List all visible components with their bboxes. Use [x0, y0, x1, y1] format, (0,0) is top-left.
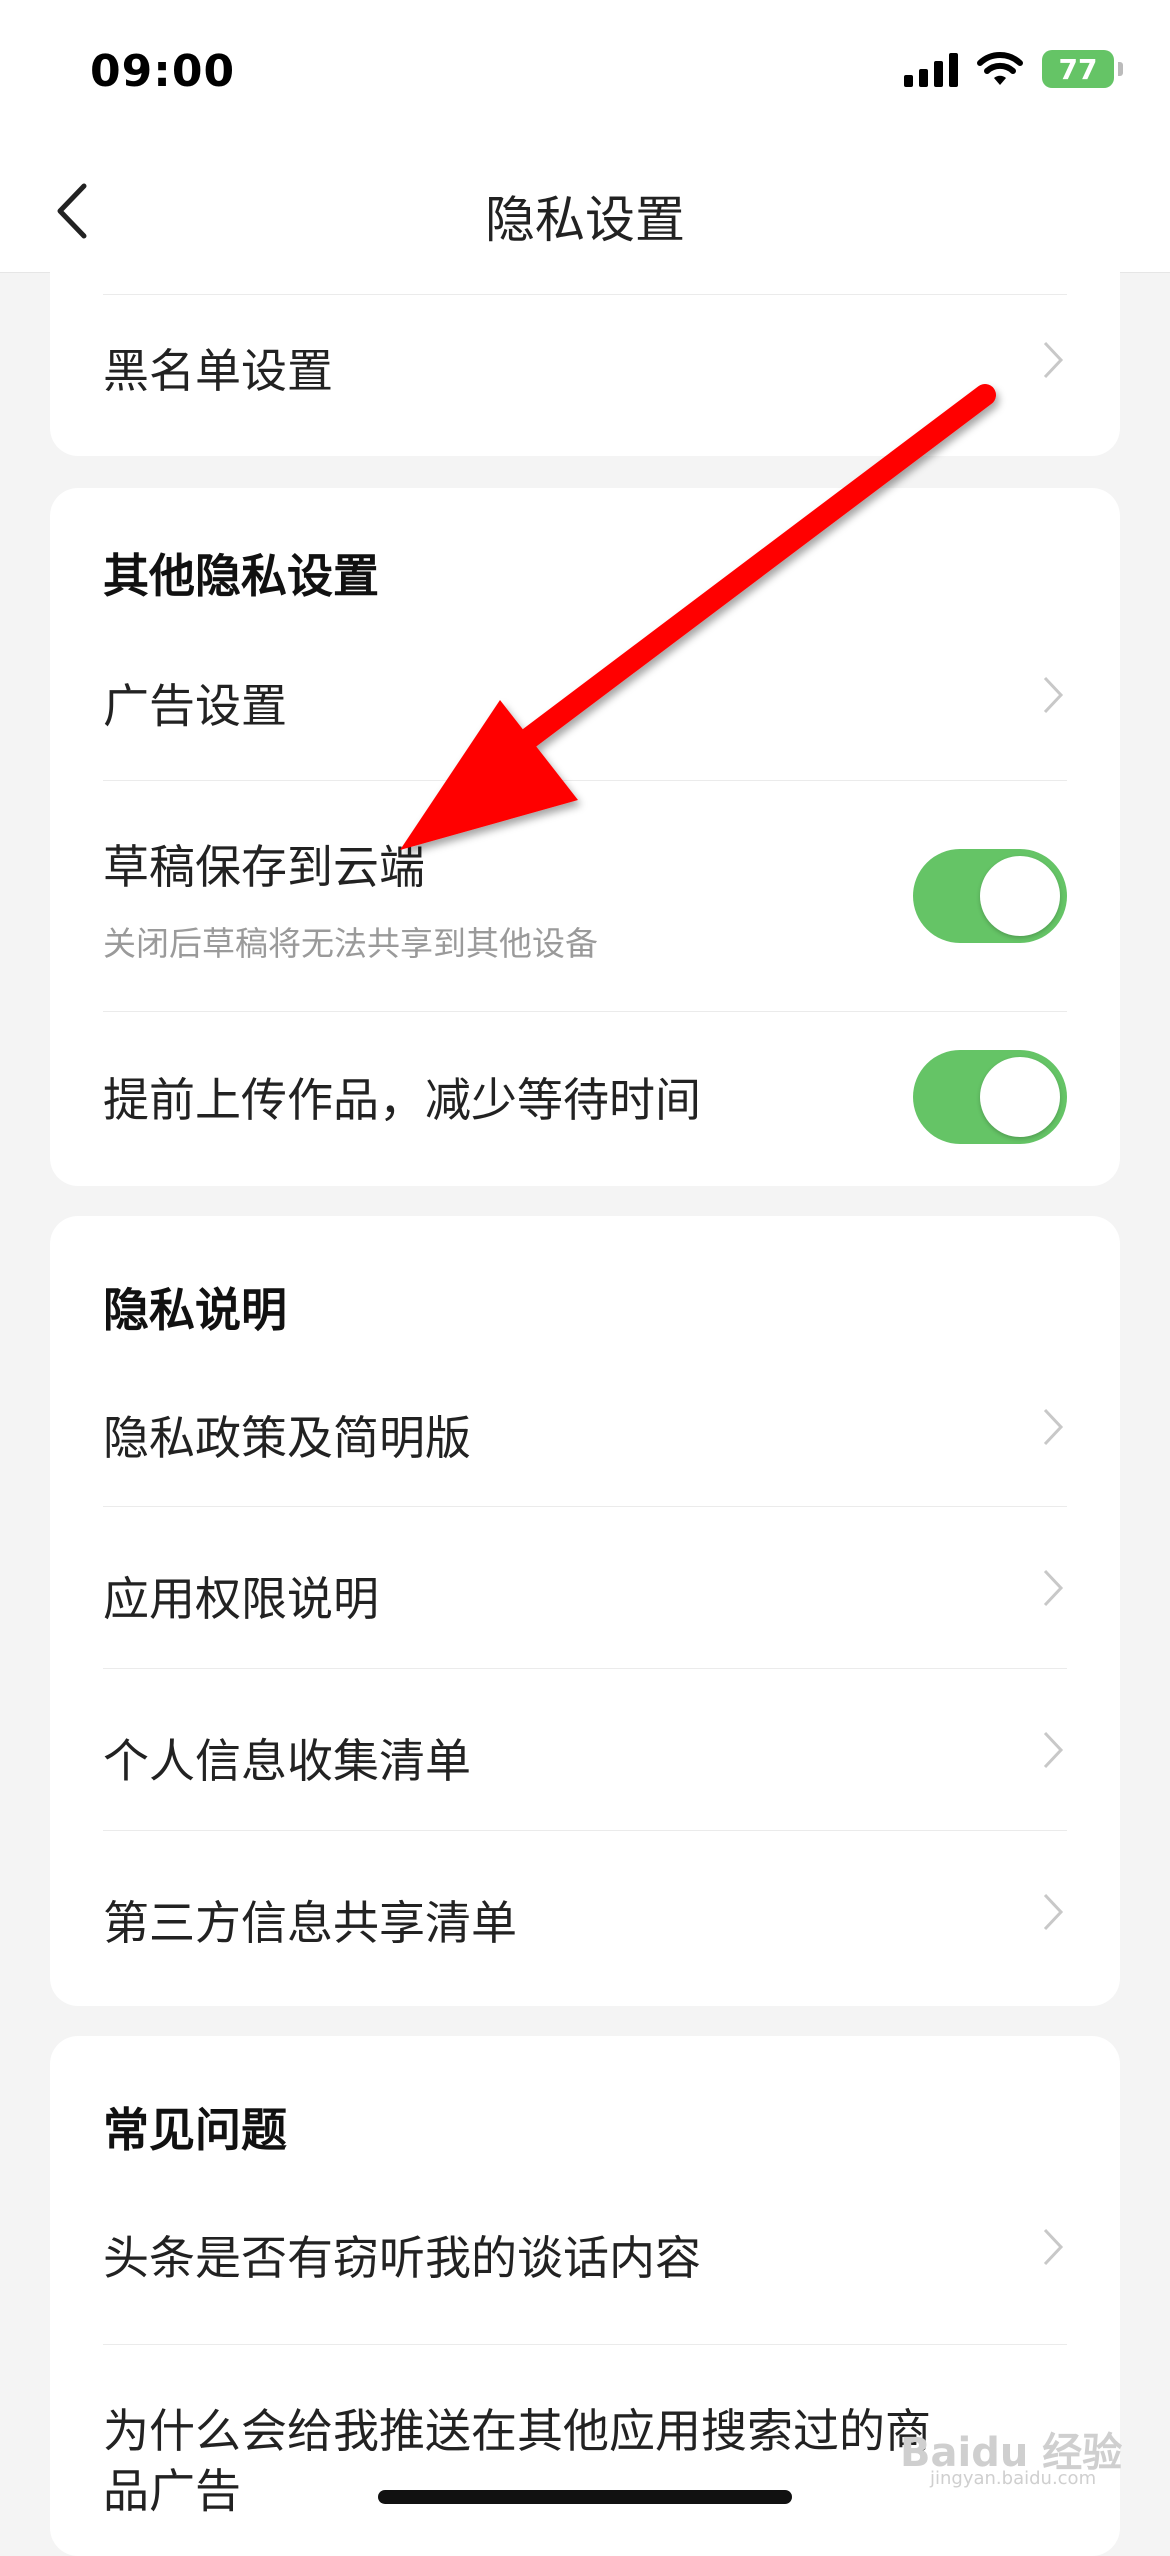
battery-level: 77 — [1058, 52, 1098, 86]
chevron-right-icon — [1043, 2228, 1064, 2266]
chevron-right-icon — [1043, 1408, 1064, 1446]
status-time: 09:00 — [90, 46, 236, 97]
battery-icon: 77 — [1042, 50, 1123, 88]
row-subtitle: 关闭后草稿将无法共享到其他设备 — [103, 924, 598, 963]
ad-settings-row[interactable]: 广告设置 — [103, 612, 1067, 781]
status-bar: 09:00 77 — [0, 0, 1170, 150]
chevron-right-icon — [1043, 1893, 1064, 1931]
third-party-list-row[interactable]: 第三方信息共享清单 — [103, 1831, 1067, 1992]
chevron-right-icon — [1043, 1731, 1064, 1769]
nav-bar: 隐私设置 — [0, 150, 1170, 273]
row-label: 品广告 — [103, 2464, 241, 2518]
section-title: 隐私说明 — [103, 1283, 287, 1337]
wifi-icon — [977, 52, 1023, 85]
personal-info-list-row[interactable]: 个人信息收集清单 — [103, 1669, 1067, 1831]
page-title: 隐私设置 — [485, 191, 685, 249]
row-label: 草稿保存到云端 — [103, 840, 425, 894]
row-label: 广告设置 — [103, 679, 287, 733]
toggle-knob — [980, 856, 1060, 936]
status-icons: 77 — [904, 50, 1123, 88]
watermark-url: jingyan.baidu.com — [930, 2468, 1097, 2489]
pre-upload-toggle[interactable] — [913, 1050, 1067, 1144]
home-indicator[interactable] — [378, 2490, 792, 2504]
cellular-signal-icon — [904, 51, 958, 87]
row-label: 隐私政策及简明版 — [103, 1411, 471, 1465]
blacklist-settings-row[interactable]: 黑名单设置 — [103, 295, 1067, 425]
section-title: 其他隐私设置 — [103, 549, 379, 603]
row-label: 提前上传作品，减少等待时间 — [103, 1073, 701, 1127]
toggle-knob — [980, 1057, 1060, 1137]
card-blacklist: 黑名单设置 — [50, 272, 1120, 456]
draft-cloud-row: 草稿保存到云端 关闭后草稿将无法共享到其他设备 — [103, 781, 1067, 1012]
row-label: 应用权限说明 — [103, 1572, 379, 1626]
card-other-privacy: 其他隐私设置 广告设置 草稿保存到云端 关闭后草稿将无法共享到其他设备 提前上传… — [50, 488, 1120, 1186]
app-permission-row[interactable]: 应用权限说明 — [103, 1507, 1067, 1669]
draft-cloud-toggle[interactable] — [913, 849, 1067, 943]
privacy-policy-row[interactable]: 隐私政策及简明版 — [103, 1346, 1067, 1507]
row-label: 头条是否有窃听我的谈话内容 — [103, 2231, 701, 2285]
chevron-right-icon — [1043, 676, 1064, 714]
pre-upload-row: 提前上传作品，减少等待时间 — [103, 1012, 1067, 1186]
row-label: 个人信息收集清单 — [103, 1734, 471, 1788]
chevron-right-icon — [1043, 1569, 1064, 1607]
row-label: 第三方信息共享清单 — [103, 1896, 517, 1950]
row-label: 为什么会给我推送在其他应用搜索过的商 — [103, 2404, 931, 2458]
faq-row[interactable]: 头条是否有窃听我的谈话内容 — [103, 2166, 1067, 2345]
row-label: 黑名单设置 — [103, 344, 333, 398]
chevron-right-icon — [1043, 341, 1064, 379]
section-title: 常见问题 — [103, 2103, 287, 2157]
card-privacy-info: 隐私说明 隐私政策及简明版 应用权限说明 个人信息收集清单 第三方信息共享清单 — [50, 1216, 1120, 2006]
